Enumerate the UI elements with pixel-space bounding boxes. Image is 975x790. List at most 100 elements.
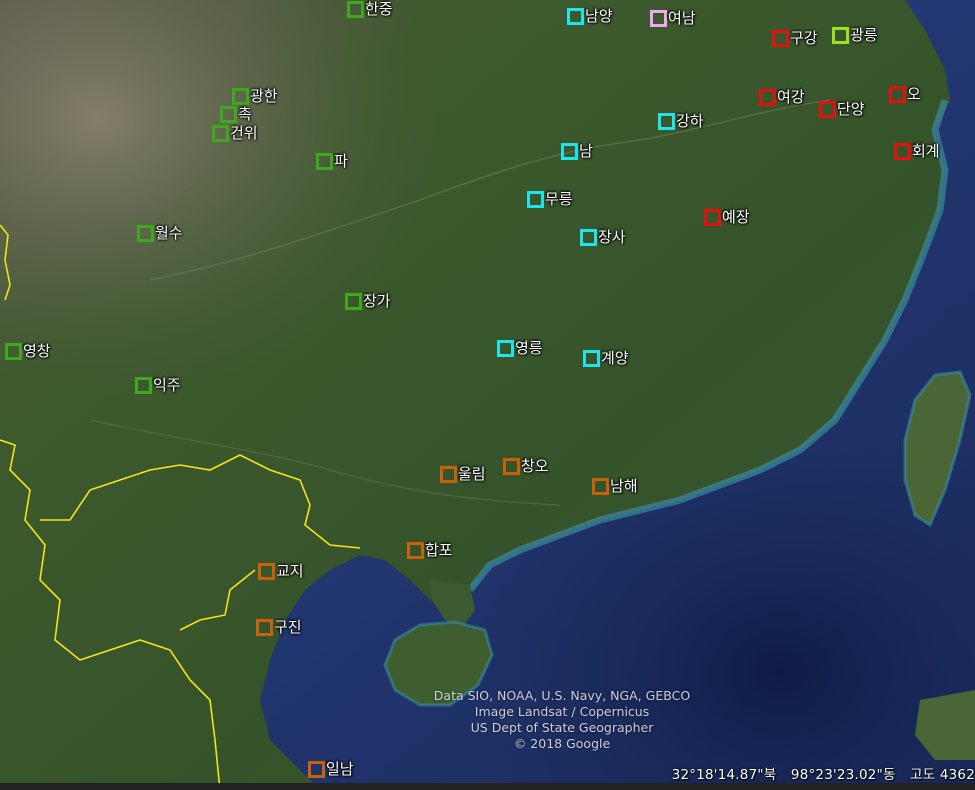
placemark[interactable]: 오 xyxy=(889,85,921,103)
placemark-label: 회계 xyxy=(912,142,940,160)
placemark-label: 남해 xyxy=(610,477,638,495)
placemark-label: 무릉 xyxy=(545,190,573,208)
attribution-line: Data SIO, NOAA, U.S. Navy, NGA, GEBCO xyxy=(433,688,691,703)
placemark[interactable]: 월수 xyxy=(137,224,183,242)
placemark[interactable]: 창오 xyxy=(503,457,549,475)
square-placemark-icon xyxy=(658,112,675,130)
square-placemark-icon xyxy=(567,7,584,25)
placemark-label: 남양 xyxy=(585,7,613,25)
square-placemark-icon xyxy=(832,26,849,44)
square-placemark-icon xyxy=(256,618,273,636)
placemark[interactable]: 남 xyxy=(561,142,593,160)
square-placemark-icon xyxy=(527,190,544,208)
placemark-label: 장가 xyxy=(363,292,391,310)
square-placemark-icon xyxy=(580,228,597,246)
placemark-label: 여강 xyxy=(777,88,805,106)
placemark-label: 건위 xyxy=(230,124,258,142)
placemark[interactable]: 한중 xyxy=(347,0,393,18)
satellite-imagery[interactable] xyxy=(0,0,975,790)
placemark[interactable]: 영창 xyxy=(5,342,51,360)
latitude-readout: 32°18'14.87"북 xyxy=(671,767,777,783)
square-placemark-icon xyxy=(258,562,275,580)
square-placemark-icon xyxy=(440,465,457,483)
placemark-label: 광릉 xyxy=(850,26,878,44)
placemark[interactable]: 남양 xyxy=(567,7,613,25)
square-placemark-icon xyxy=(220,105,237,123)
placemark[interactable]: 여강 xyxy=(759,88,805,106)
square-placemark-icon xyxy=(135,376,152,394)
placemark-label: 합포 xyxy=(425,541,453,559)
placemark-label: 구진 xyxy=(274,618,302,636)
altitude-readout: 고도 4362 xyxy=(910,767,975,783)
placemark[interactable]: 교지 xyxy=(258,562,304,580)
placemark-label: 월수 xyxy=(155,224,183,242)
square-placemark-icon xyxy=(704,208,721,226)
attribution-line: US Dept of State Geographer xyxy=(470,720,654,735)
placemark[interactable]: 계양 xyxy=(583,349,629,367)
square-placemark-icon xyxy=(5,342,22,360)
square-placemark-icon xyxy=(819,100,836,118)
placemark[interactable]: 울림 xyxy=(440,465,486,483)
square-placemark-icon xyxy=(592,477,609,495)
placemark[interactable]: 장가 xyxy=(345,292,391,310)
longitude-readout: 98°23'23.02"동 xyxy=(790,767,896,783)
placemark[interactable]: 영릉 xyxy=(497,339,543,357)
placemark[interactable]: 합포 xyxy=(407,541,453,559)
placemark[interactable]: 파 xyxy=(316,152,348,170)
square-placemark-icon xyxy=(889,85,906,103)
placemark[interactable]: 여남 xyxy=(650,9,696,27)
imagery-attribution: Data SIO, NOAA, U.S. Navy, NGA, GEBCO Im… xyxy=(412,688,712,752)
placemark[interactable]: 예장 xyxy=(704,208,750,226)
placemark[interactable]: 건위 xyxy=(212,124,258,142)
placemark[interactable]: 회계 xyxy=(894,142,940,160)
status-bar: 32°18'14.87"북 98°23'23.02"동 고도 4362 xyxy=(0,760,975,790)
status-strip xyxy=(0,783,975,790)
placemark[interactable]: 광한 xyxy=(232,87,278,105)
placemark-label: 단양 xyxy=(837,100,865,118)
square-placemark-icon xyxy=(347,0,364,18)
placemark-label: 오 xyxy=(907,85,921,103)
placemark-label: 교지 xyxy=(276,562,304,580)
square-placemark-icon xyxy=(583,349,600,367)
square-placemark-icon xyxy=(316,152,333,170)
placemark[interactable]: 촉 xyxy=(220,105,252,123)
placemark-label: 예장 xyxy=(722,208,750,226)
square-placemark-icon xyxy=(407,541,424,559)
placemark-label: 익주 xyxy=(153,376,181,394)
map-view[interactable]: 한중광한 촉 건위파월수장가영창익주 남양 여남구강 광릉여강단양 오강하남 회계무릉예장장사… xyxy=(0,0,975,790)
square-placemark-icon xyxy=(894,142,911,160)
placemark-label: 강하 xyxy=(676,112,704,130)
square-placemark-icon xyxy=(212,124,229,142)
square-placemark-icon xyxy=(232,87,249,105)
placemark[interactable]: 강하 xyxy=(658,112,704,130)
attribution-line: Image Landsat / Copernicus xyxy=(474,704,650,719)
placemark-label: 구강 xyxy=(790,29,818,47)
placemark[interactable]: 무릉 xyxy=(527,190,573,208)
square-placemark-icon xyxy=(497,339,514,357)
placemark-label: 여남 xyxy=(668,9,696,27)
placemark[interactable]: 단양 xyxy=(819,100,865,118)
placemark[interactable]: 장사 xyxy=(580,228,626,246)
coordinate-readout: 32°18'14.87"북 98°23'23.02"동 고도 4362 xyxy=(662,763,975,783)
placemark-label: 영창 xyxy=(23,342,51,360)
square-placemark-icon xyxy=(345,292,362,310)
placemark-label: 영릉 xyxy=(515,339,543,357)
placemark-label: 울림 xyxy=(458,465,486,483)
square-placemark-icon xyxy=(759,88,776,106)
square-placemark-icon xyxy=(772,29,789,47)
placemark-label: 장사 xyxy=(598,228,626,246)
placemark-label: 한중 xyxy=(365,0,393,18)
placemark[interactable]: 광릉 xyxy=(832,26,878,44)
placemark-label: 창오 xyxy=(521,457,549,475)
placemark-label: 촉 xyxy=(238,105,252,123)
placemark[interactable]: 익주 xyxy=(135,376,181,394)
square-placemark-icon xyxy=(650,9,667,27)
placemark[interactable]: 구진 xyxy=(256,618,302,636)
placemark-label: 계양 xyxy=(601,349,629,367)
placemark[interactable]: 구강 xyxy=(772,29,818,47)
placemark-label: 광한 xyxy=(250,87,278,105)
square-placemark-icon xyxy=(561,142,578,160)
placemark-label: 남 xyxy=(579,142,593,160)
placemark[interactable]: 남해 xyxy=(592,477,638,495)
attribution-line: © 2018 Google xyxy=(513,736,611,751)
